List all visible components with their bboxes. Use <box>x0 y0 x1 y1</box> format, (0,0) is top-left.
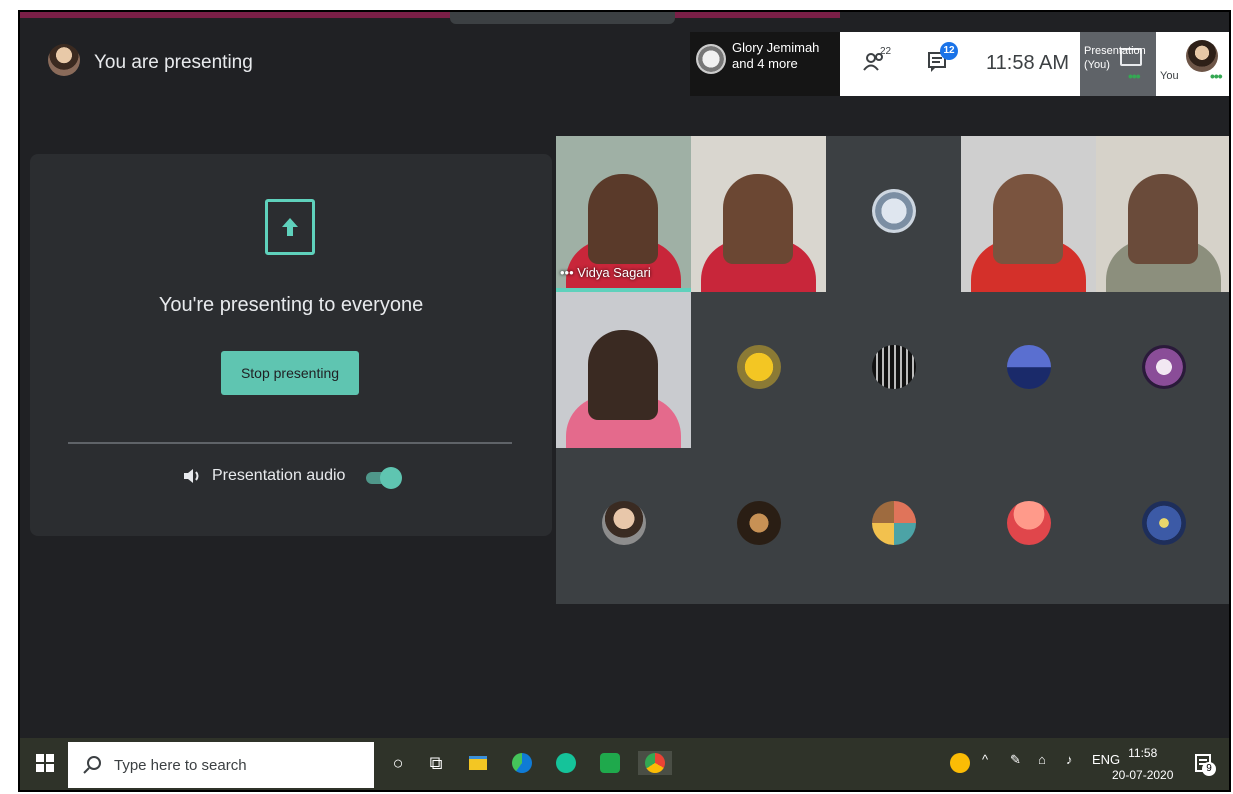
participant-avatar <box>737 345 781 389</box>
people-count: 22 <box>880 46 892 57</box>
participant-name: ••• Vidya Sagari <box>560 265 651 280</box>
participant-face <box>723 174 793 264</box>
presenting-title: You're presenting to everyone <box>158 294 424 316</box>
participant-tile[interactable] <box>556 448 691 604</box>
participant-avatar <box>872 501 916 545</box>
task-view-icon[interactable]: ⧉ <box>424 751 448 775</box>
participant-face <box>588 330 658 420</box>
taskbar-search-box[interactable]: Type here to search <box>68 742 374 788</box>
participant-avatar <box>696 44 726 74</box>
participant-avatar <box>1142 345 1186 389</box>
participant-avatar <box>737 501 781 545</box>
meeting-clock: 11:58 AM <box>986 52 1070 74</box>
volume-icon[interactable]: ♪ <box>1066 752 1073 767</box>
participant-tile[interactable] <box>691 136 826 292</box>
network-icon[interactable]: ⌂ <box>1038 752 1046 767</box>
participant-avatar <box>1007 501 1051 545</box>
participant-tile[interactable] <box>556 292 691 448</box>
presenting-card: You're presenting to everyone Stop prese… <box>30 154 552 536</box>
toggle-thumb <box>380 467 402 489</box>
participant-avatar <box>602 501 646 545</box>
app-icon[interactable] <box>598 751 622 775</box>
stop-presenting-button[interactable]: Stop presenting <box>221 351 359 395</box>
notifications-icon[interactable]: 9 <box>1192 752 1216 776</box>
taskbar-clock[interactable]: 11:58 20-07-2020 <box>1112 742 1173 786</box>
window-notch <box>450 12 675 24</box>
cortana-icon[interactable]: ○ <box>386 751 410 775</box>
chat-badge: 12 <box>940 42 958 60</box>
participant-tile[interactable] <box>1096 448 1229 604</box>
grammarly-icon[interactable] <box>554 751 578 775</box>
meet-window: You are presenting Glory Jemimah and 4 m… <box>18 10 1231 792</box>
speaker-icon <box>184 469 199 483</box>
participant-tile[interactable] <box>826 448 961 604</box>
participant-avatar <box>872 189 916 233</box>
participant-avatar <box>1142 501 1186 545</box>
self-more-dots[interactable]: ••• <box>1210 68 1223 84</box>
taskbar-date: 20-07-2020 <box>1112 768 1174 782</box>
participant-avatar <box>872 345 916 389</box>
search-placeholder: Type here to search <box>114 757 247 774</box>
participant-tile[interactable] <box>691 292 826 448</box>
participants-preview-text: Glory Jemimah and 4 more <box>732 40 819 72</box>
active-speaker-name: Vidya Sagari <box>577 265 651 280</box>
chevron-up-icon[interactable]: ^ <box>982 752 988 767</box>
self-tile[interactable]: You ••• <box>1156 32 1229 96</box>
participant-avatar <box>1007 345 1051 389</box>
participant-tile[interactable] <box>691 448 826 604</box>
participant-tile[interactable] <box>961 136 1096 292</box>
participant-tile[interactable] <box>826 292 961 448</box>
participant-face <box>993 174 1063 264</box>
edge-icon[interactable] <box>510 751 534 775</box>
present-upload-icon <box>265 199 315 255</box>
presentation-audio-toggle[interactable] <box>366 467 402 489</box>
card-divider <box>68 442 512 444</box>
top-accent-bar <box>20 12 840 18</box>
participant-face <box>1128 174 1198 264</box>
presentation-self-tile[interactable]: Presentation (You) ••• <box>1080 32 1156 96</box>
presentation-label-line1: Presentation <box>1084 45 1146 57</box>
presentation-more-dots[interactable]: ••• <box>1128 68 1141 84</box>
windows-taskbar: Type here to search ○ ⧉ ^ ✎ ⌂ ♪ ENG 11:5… <box>20 738 1229 790</box>
participant-tile[interactable] <box>1096 292 1229 448</box>
chrome-icon[interactable] <box>638 751 672 775</box>
search-icon <box>83 756 101 774</box>
participant-tile[interactable] <box>826 136 961 292</box>
file-explorer-icon[interactable] <box>466 751 490 775</box>
tile-more-dots[interactable]: ••• <box>560 265 574 280</box>
taskbar-time: 11:58 <box>1128 746 1158 760</box>
notification-count: 9 <box>1202 762 1216 776</box>
help-icon[interactable] <box>948 751 972 775</box>
participants-preview-name: Glory Jemimah <box>732 40 820 55</box>
participant-tile[interactable] <box>961 448 1096 604</box>
participant-tile[interactable]: ••• Vidya Sagari <box>556 136 691 292</box>
self-label: You <box>1160 70 1179 82</box>
meeting-info-bar: 22 12 11:58 AM <box>840 32 1080 96</box>
participant-tile[interactable] <box>1096 136 1229 292</box>
pen-icon[interactable]: ✎ <box>1010 752 1021 768</box>
participant-tile[interactable] <box>961 292 1096 448</box>
windows-start-icon[interactable] <box>36 754 54 772</box>
participants-preview[interactable]: Glory Jemimah and 4 more <box>690 32 840 96</box>
participant-face <box>588 174 658 264</box>
participant-grid: ••• Vidya Sagari <box>556 136 1229 604</box>
presenter-avatar <box>48 44 80 76</box>
participants-preview-more: and 4 more <box>732 56 798 71</box>
presenting-status-text: You are presenting <box>94 52 253 73</box>
top-right-bar: Glory Jemimah and 4 more 22 12 11:58 AM <box>690 32 1229 96</box>
presentation-audio-label: Presentation audio <box>212 467 346 484</box>
